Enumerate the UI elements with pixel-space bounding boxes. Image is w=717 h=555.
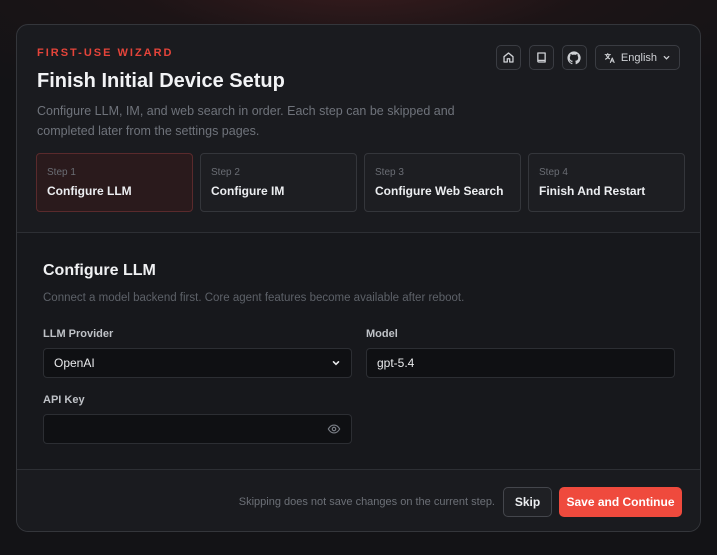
home-button[interactable] xyxy=(495,45,521,70)
header-toolbar: English xyxy=(495,45,680,70)
chevron-down-icon xyxy=(332,361,340,366)
setup-wizard-card: FIRST-USE WIZARD Finish Initial Device S… xyxy=(16,24,701,532)
provider-label: LLM Provider xyxy=(43,328,114,340)
step-configure-llm[interactable]: Step 1 Configure LLM xyxy=(36,153,193,212)
wizard-header: FIRST-USE WIZARD Finish Initial Device S… xyxy=(17,25,700,232)
chevron-down-icon xyxy=(663,55,670,60)
model-input[interactable]: gpt-5.4 xyxy=(366,348,675,378)
step-number: Step 2 xyxy=(211,167,240,178)
eye-icon[interactable] xyxy=(327,422,341,436)
wizard-steps: Step 1 Configure LLM Step 2 Configure IM… xyxy=(36,153,685,212)
github-button[interactable] xyxy=(561,45,587,70)
page-title: Finish Initial Device Setup xyxy=(37,70,285,92)
skip-note: Skipping does not save changes on the cu… xyxy=(238,496,495,508)
model-value: gpt-5.4 xyxy=(377,356,415,370)
skip-button[interactable]: Skip xyxy=(503,487,552,517)
section-description: Connect a model backend first. Core agen… xyxy=(43,292,465,304)
api-key-label: API Key xyxy=(43,394,85,406)
provider-select[interactable]: OpenAI xyxy=(43,348,352,378)
api-key-input[interactable] xyxy=(43,414,352,444)
wizard-eyebrow: FIRST-USE WIZARD xyxy=(37,47,174,59)
provider-value: OpenAI xyxy=(54,356,95,370)
page-subtitle: Configure LLM, IM, and web search in ord… xyxy=(37,104,455,138)
save-and-continue-button[interactable]: Save and Continue xyxy=(559,487,682,517)
step-configure-im[interactable]: Step 2 Configure IM xyxy=(200,153,357,212)
step-number: Step 4 xyxy=(539,167,568,178)
step-configure-web-search[interactable]: Step 3 Configure Web Search xyxy=(364,153,521,212)
docs-button[interactable] xyxy=(528,45,554,70)
step-name: Configure Web Search xyxy=(375,184,504,198)
step-finish-and-restart[interactable]: Step 4 Finish And Restart xyxy=(528,153,685,212)
home-icon xyxy=(503,52,514,63)
step-name: Finish And Restart xyxy=(539,184,646,198)
step-name: Configure LLM xyxy=(47,184,132,198)
language-label: English xyxy=(620,51,657,64)
model-label: Model xyxy=(366,328,398,340)
step-number: Step 1 xyxy=(47,167,76,178)
book-icon xyxy=(537,52,546,63)
github-icon xyxy=(567,50,582,64)
language-selector[interactable]: English xyxy=(594,45,680,70)
section-title: Configure LLM xyxy=(43,262,156,279)
step-number: Step 3 xyxy=(375,167,404,178)
wizard-footer: Skipping does not save changes on the cu… xyxy=(17,470,700,531)
llm-config-section: Configure LLM Connect a model backend fi… xyxy=(17,233,700,469)
step-name: Configure IM xyxy=(211,184,285,198)
translate-icon xyxy=(604,52,615,63)
